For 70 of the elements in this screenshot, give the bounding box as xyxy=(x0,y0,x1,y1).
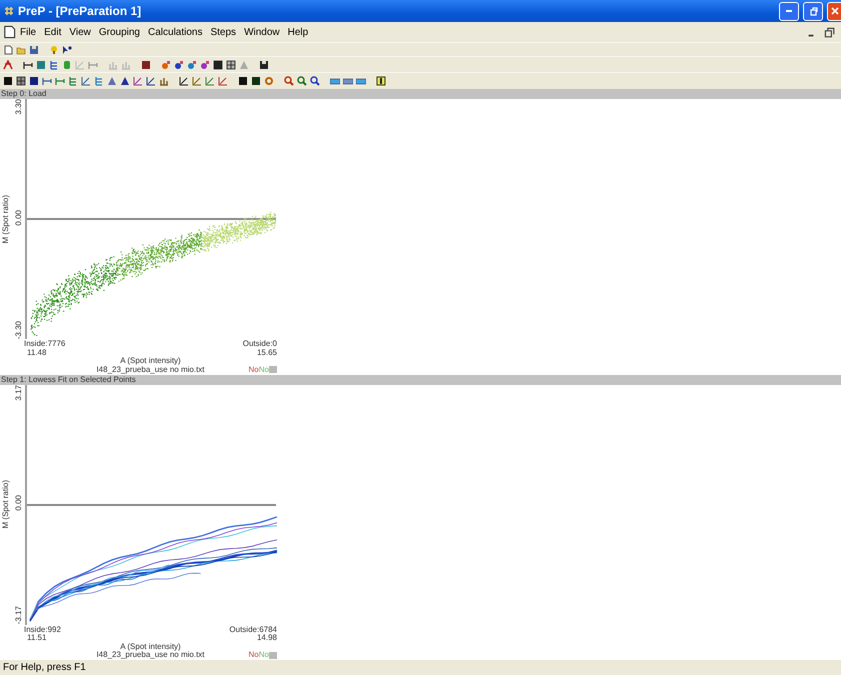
outside-count: Outside:0 xyxy=(242,340,277,348)
square-icon[interactable] xyxy=(141,60,151,70)
bar-icon[interactable] xyxy=(330,76,340,86)
swatch-icon xyxy=(269,652,277,659)
pane-title: Step 0: Load xyxy=(0,89,841,99)
tick-label: 3.17 xyxy=(14,384,22,400)
swatch-icon xyxy=(269,366,277,374)
menu-item[interactable]: File xyxy=(16,26,40,38)
axis-label: M (Spot ratio) xyxy=(1,194,10,244)
axes-icon[interactable] xyxy=(146,76,156,86)
outside-count: Outside:6784 xyxy=(229,626,277,634)
axis-label: A (Spot intensity) xyxy=(120,357,181,366)
frame-icon[interactable] xyxy=(376,76,386,86)
bulb-icon[interactable] xyxy=(49,44,59,54)
x-min-value: 11.51 xyxy=(26,634,46,642)
menu-item[interactable]: Grouping xyxy=(94,26,144,38)
axes-icon[interactable] xyxy=(179,76,189,86)
tick-label: 0.00 xyxy=(14,210,22,226)
status-bar: For Help, press F1 xyxy=(0,660,841,675)
restore-icon[interactable] xyxy=(823,26,835,38)
file-name: I48_23_prueba_use no mio.txt xyxy=(96,366,205,374)
close-button[interactable] xyxy=(827,2,841,20)
minimize-icon xyxy=(784,9,794,13)
tick-label: 0.00 xyxy=(14,495,22,511)
grid-icon[interactable] xyxy=(213,60,223,70)
menu-item[interactable]: Edit xyxy=(40,26,66,38)
grid-icon[interactable] xyxy=(226,60,236,70)
menu-item[interactable]: Steps xyxy=(206,26,240,38)
bar-icon[interactable] xyxy=(356,76,366,86)
flag-label: No xyxy=(248,651,259,660)
bar-icon[interactable] xyxy=(343,76,353,86)
flag-label: No xyxy=(258,366,269,374)
square-icon[interactable] xyxy=(29,76,39,86)
restore-icon xyxy=(808,6,818,16)
zoom-icon[interactable] xyxy=(297,76,307,86)
flag-label: No xyxy=(258,651,269,660)
file-name: I48_23_prueba_use no mio.txt xyxy=(96,651,205,660)
zoom-icon[interactable] xyxy=(310,76,320,86)
x-min-value: 11.48 xyxy=(26,348,46,357)
close-icon xyxy=(830,6,840,16)
menu-item[interactable]: Help xyxy=(284,26,312,38)
menu-item[interactable]: View xyxy=(65,26,95,38)
flag-label: No xyxy=(248,366,259,374)
inside-count: Inside:7776 xyxy=(24,340,66,348)
axis-label: M (Spot ratio) xyxy=(1,480,10,529)
tick-label: -3.17 xyxy=(14,606,22,624)
x-max-value: 15.65 xyxy=(256,348,277,357)
cylinder-icon[interactable] xyxy=(62,60,72,70)
ring-icon[interactable] xyxy=(264,76,274,86)
tick-label: -3.30 xyxy=(14,320,22,339)
square-icon[interactable] xyxy=(238,76,248,86)
minimize-button[interactable] xyxy=(779,2,799,20)
window-title: PreP - [PreParation 1] xyxy=(18,4,142,18)
inside-count: Inside:992 xyxy=(24,626,61,634)
help-pointer-icon[interactable] xyxy=(62,44,72,54)
menu-item[interactable]: Window xyxy=(240,26,284,38)
restore-button[interactable] xyxy=(803,2,823,20)
app-icon xyxy=(4,6,14,16)
tick-label: 3.30 xyxy=(14,99,22,115)
document-icon[interactable] xyxy=(2,25,16,39)
bracket-icon[interactable] xyxy=(23,60,33,70)
x-max-value: 14.98 xyxy=(256,634,277,642)
axis-label: A (Spot intensity) xyxy=(120,642,181,651)
bars-icon[interactable] xyxy=(159,76,169,86)
grid-icon[interactable] xyxy=(16,76,26,86)
zoom-icon[interactable] xyxy=(284,76,294,86)
square-icon[interactable] xyxy=(3,76,13,86)
square-icon[interactable] xyxy=(251,76,261,86)
pane-title: Step 1: Lowess Fit on Selected Points xyxy=(0,374,841,384)
menu-item[interactable]: Calculations xyxy=(144,26,206,38)
